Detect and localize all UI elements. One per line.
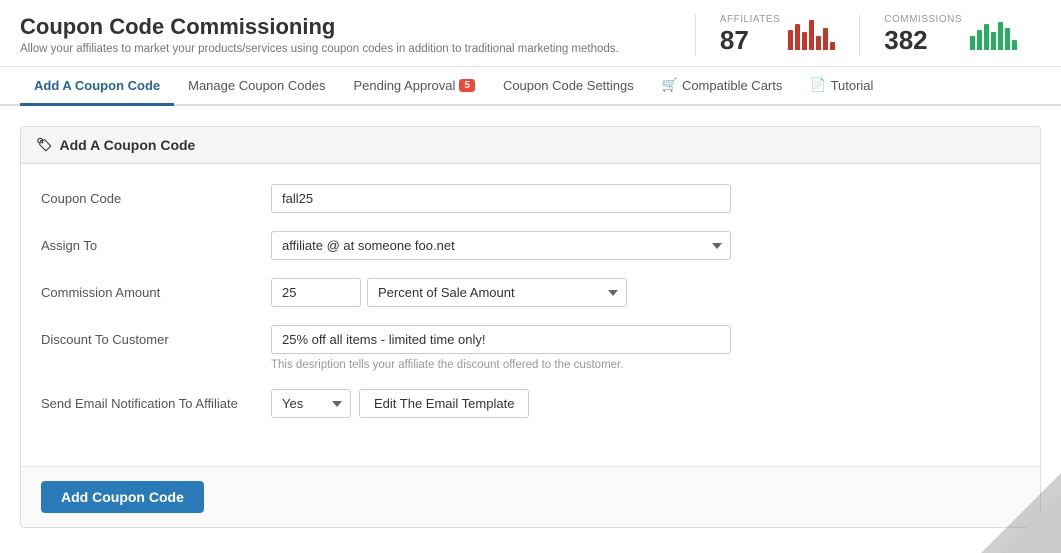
discount-help-text: This desription tells your affiliate the… <box>271 359 1020 371</box>
assign-to-select[interactable]: affiliate @ at someone foo.net <box>271 231 731 260</box>
coupon-code-input[interactable] <box>271 184 731 213</box>
coupon-code-control <box>271 184 1020 213</box>
add-coupon-card: 🏷 Add A Coupon Code Coupon Code Assign T… <box>20 126 1041 528</box>
card-body: Coupon Code Assign To affiliate @ at som… <box>21 164 1040 466</box>
commission-amount-row: Commission Amount Percent of Sale Amount… <box>41 278 1020 307</box>
chart-bar <box>984 24 989 50</box>
discount-input[interactable] <box>271 325 731 354</box>
affiliates-label: AFFILIATES <box>720 14 780 25</box>
commission-amount-control: Percent of Sale Amount Flat Amount <box>271 278 1020 307</box>
tabs-bar: Add A Coupon Code Manage Coupon Codes Pend… <box>0 67 1061 106</box>
commission-amount-label: Commission Amount <box>41 278 271 300</box>
tab-label: Add A Coupon Code <box>34 78 160 93</box>
discount-control: This desription tells your affiliate the… <box>271 325 1020 371</box>
email-notification-label: Send Email Notification To Affiliate <box>41 389 271 411</box>
page-title: Coupon Code Commissioning <box>20 14 619 40</box>
header-stats: AFFILIATES 87 COMMISSIONS 382 <box>695 14 1041 56</box>
assign-to-row: Assign To affiliate @ at someone foo.net <box>41 231 1020 260</box>
commission-amount-input[interactable] <box>271 278 361 307</box>
card-title: Add A Coupon Code <box>60 137 196 153</box>
card-header: 🏷 Add A Coupon Code <box>21 127 1040 164</box>
tab-label: Manage Coupon Codes <box>188 78 325 93</box>
page-wrapper: Coupon Code Commissioning Allow your aff… <box>0 0 1061 553</box>
chart-bar <box>816 36 821 50</box>
cart-icon: 🛒 <box>662 77 678 93</box>
tab-add-coupon[interactable]: Add A Coupon Code <box>20 68 174 106</box>
tab-label: Coupon Code Settings <box>503 78 634 93</box>
header: Coupon Code Commissioning Allow your aff… <box>0 0 1061 67</box>
chart-bar <box>802 32 807 50</box>
affiliates-value: 87 <box>720 25 780 56</box>
card-footer: Add Coupon Code <box>21 466 1040 527</box>
tab-tutorial[interactable]: 📄 Tutorial <box>796 67 887 106</box>
assign-to-label: Assign To <box>41 231 271 253</box>
chart-bar <box>970 36 975 50</box>
tab-label: Pending Approval <box>353 78 455 93</box>
discount-row: Discount To Customer This desription tel… <box>41 325 1020 371</box>
tab-label: Tutorial <box>831 78 874 93</box>
header-left: Coupon Code Commissioning Allow your aff… <box>20 14 619 55</box>
chart-bar <box>1005 28 1010 50</box>
doc-icon: 📄 <box>810 77 826 93</box>
chart-bar <box>788 30 793 50</box>
assign-to-control: affiliate @ at someone foo.net <box>271 231 1020 260</box>
tab-manage-codes[interactable]: Manage Coupon Codes <box>174 68 339 106</box>
email-notification-control: Yes No Edit The Email Template <box>271 389 1020 418</box>
tag-icon: 🏷 <box>36 137 53 153</box>
affiliates-stat: AFFILIATES 87 <box>695 14 859 56</box>
commissions-row: COMMISSIONS 382 <box>884 14 1017 56</box>
chart-bar <box>809 20 814 50</box>
commissions-value: 382 <box>884 25 962 56</box>
add-coupon-button[interactable]: Add Coupon Code <box>41 481 204 513</box>
discount-label: Discount To Customer <box>41 325 271 347</box>
chart-bar <box>830 42 835 50</box>
commissions-stat: COMMISSIONS 382 <box>859 14 1041 56</box>
coupon-code-label: Coupon Code <box>41 184 271 206</box>
commissions-chart <box>970 20 1017 50</box>
tab-settings[interactable]: Coupon Code Settings <box>489 68 648 106</box>
tab-pending[interactable]: Pending Approval 5 <box>339 68 488 106</box>
email-row: Yes No Edit The Email Template <box>271 389 1020 418</box>
affiliates-row: AFFILIATES 87 <box>720 14 835 56</box>
commission-inputs: Percent of Sale Amount Flat Amount <box>271 278 1020 307</box>
commissions-label: COMMISSIONS <box>884 14 962 25</box>
coupon-code-row: Coupon Code <box>41 184 1020 213</box>
tab-label: Compatible Carts <box>682 78 782 93</box>
chart-bar <box>795 24 800 50</box>
chart-bar <box>1012 40 1017 50</box>
chart-bar <box>977 30 982 50</box>
tab-carts[interactable]: 🛒 Compatible Carts <box>648 67 797 106</box>
edit-email-template-button[interactable]: Edit The Email Template <box>359 389 529 418</box>
affiliates-chart <box>788 20 835 50</box>
chart-bar <box>823 28 828 50</box>
chart-bar <box>991 32 996 50</box>
chart-bar <box>998 22 1003 50</box>
page-subtitle: Allow your affiliates to market your pro… <box>20 43 619 55</box>
email-notification-row: Send Email Notification To Affiliate Yes… <box>41 389 1020 418</box>
commission-type-select[interactable]: Percent of Sale Amount Flat Amount <box>367 278 627 307</box>
main-content: 🏷 Add A Coupon Code Coupon Code Assign T… <box>0 106 1061 548</box>
tab-badge: 5 <box>459 79 475 92</box>
email-notification-select[interactable]: Yes No <box>271 389 351 418</box>
